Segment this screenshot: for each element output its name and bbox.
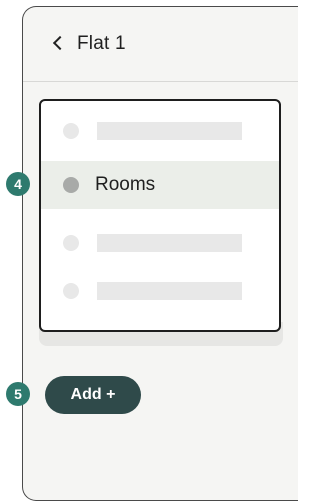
chevron-left-icon[interactable] [52,35,68,51]
screen: Flat 1 Rooms Add + [22,6,298,501]
annotation-badge-5: 5 [6,382,30,406]
text-placeholder [97,234,242,252]
list-item-placeholder [41,219,279,267]
app-header: Flat 1 [23,7,298,82]
annotation-badge-4: 4 [6,172,30,196]
bullet-icon [63,123,79,139]
navigation-list: Rooms [39,99,281,332]
add-button[interactable]: Add + [45,376,141,414]
text-placeholder [97,122,242,140]
list-item-rooms[interactable]: Rooms [41,161,279,209]
bullet-icon [63,177,79,193]
page-title: Flat 1 [77,33,126,54]
list-item-label: Rooms [95,174,156,195]
list-item-placeholder [41,107,279,155]
text-placeholder [97,282,242,300]
bullet-icon [63,235,79,251]
bullet-icon [63,283,79,299]
list-item-placeholder [41,267,279,315]
